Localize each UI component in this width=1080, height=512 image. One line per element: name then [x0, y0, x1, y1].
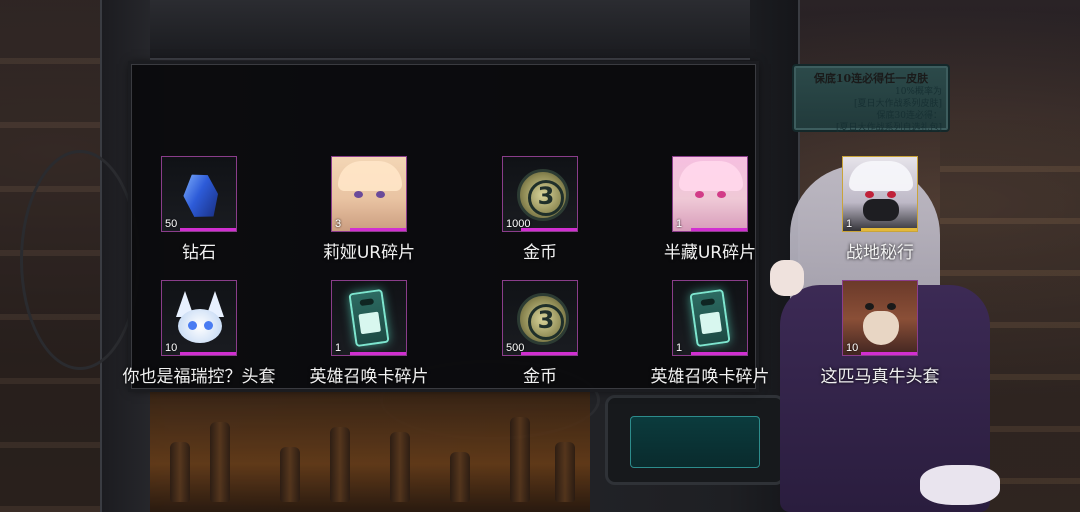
bottle-cabinet: [150, 392, 590, 512]
reward-slot[interactable]: 3: [331, 156, 407, 232]
guarantee-series-text: [夏日大作战系列皮肤]: [853, 99, 942, 109]
character-frill: [920, 465, 1000, 505]
bottle-decoration: [330, 427, 350, 502]
reward-count: 50: [165, 218, 178, 230]
reward-item[interactable]: 1 英雄召唤卡碎片: [625, 280, 795, 390]
reward-count: 3: [335, 218, 342, 230]
rarity-bar: [180, 228, 236, 231]
rarity-bar: [861, 352, 917, 355]
reward-count: 10: [165, 342, 178, 354]
reward-slot[interactable]: 10: [161, 280, 237, 356]
reward-name: 半藏UR碎片: [663, 243, 757, 263]
rarity-bar: [861, 228, 917, 231]
reward-slot[interactable]: 1: [672, 156, 748, 232]
reward-slot[interactable]: 1: [842, 156, 918, 232]
rarity-bar: [180, 352, 236, 355]
bottle-decoration: [280, 447, 300, 502]
reward-item[interactable]: 3 1000 金币: [455, 156, 625, 266]
reward-name: 钻石: [182, 243, 216, 263]
reward-count: 10: [846, 342, 859, 354]
guarantee-pack-text: [夏日大作战系列自选礼包]: [835, 123, 942, 133]
rarity-bar: [350, 228, 406, 231]
reward-name: 莉娅UR碎片: [322, 243, 416, 263]
reward-slot[interactable]: 10: [842, 280, 918, 356]
bottle-decoration: [390, 432, 410, 502]
reward-slot[interactable]: 3 500: [502, 280, 578, 356]
reward-count: 1: [335, 342, 342, 354]
guarantee-title: 保底10连必得任一皮肤: [813, 72, 929, 85]
bottle-decoration: [450, 452, 470, 502]
console-screen: [630, 416, 760, 468]
reward-name: 金币: [523, 243, 557, 263]
reward-count: 1: [676, 342, 683, 354]
summon-card-icon: [689, 288, 731, 348]
reward-slot[interactable]: 1: [672, 280, 748, 356]
bottle-decoration: [210, 422, 230, 502]
reward-item[interactable]: 1 战地秘行: [795, 156, 965, 266]
reward-name: 这匹马真牛头套: [820, 367, 940, 387]
diamond-gem-icon: [170, 163, 230, 223]
guarantee-info-box: 保底10连必得任一皮肤 10%概率为 [夏日大作战系列皮肤] 保底30连必得： …: [792, 64, 950, 133]
bottle-decoration: [170, 442, 190, 502]
summon-card-icon: [348, 288, 390, 348]
reward-item[interactable]: 3 莉娅UR碎片: [284, 156, 454, 266]
rarity-bar: [521, 228, 577, 231]
rarity-bar: [521, 352, 577, 355]
reward-item[interactable]: 1 半藏UR碎片: [625, 156, 795, 266]
machine-console: [605, 395, 785, 485]
character-portrait-icon: [843, 157, 917, 231]
rarity-bar: [691, 228, 747, 231]
reward-item[interactable]: 10 你也是福瑞控？头套: [114, 280, 284, 390]
reward-name: 英雄召唤卡碎片: [309, 367, 429, 387]
guarantee-rate-text: 10%概率为: [894, 87, 942, 97]
reward-slot[interactable]: 1: [331, 280, 407, 356]
reward-item[interactable]: 3 500 金币: [455, 280, 625, 390]
reward-item[interactable]: 10 这匹马真牛头套: [795, 280, 965, 390]
rarity-bar: [350, 352, 406, 355]
vending-machine-top: [150, 0, 750, 60]
reward-count: 1: [846, 218, 853, 230]
rarity-bar: [691, 352, 747, 355]
character-portrait-icon: [673, 157, 747, 231]
guarantee-30-text: 保底30连必得：: [876, 111, 942, 121]
reward-name: 英雄召唤卡碎片: [650, 367, 770, 387]
coin-icon: 3: [511, 287, 571, 347]
reward-slot[interactable]: 50: [161, 156, 237, 232]
coin-icon: 3: [511, 163, 571, 223]
reward-name: 战地秘行: [846, 243, 914, 263]
fox-mask-icon: [172, 291, 228, 347]
bottle-decoration: [555, 442, 575, 502]
reward-name: 你也是福瑞控？头套: [122, 367, 276, 387]
reward-slot[interactable]: 3 1000: [502, 156, 578, 232]
character-portrait-icon: [332, 157, 406, 231]
bottle-decoration: [510, 417, 530, 502]
reward-name: 金币: [523, 367, 557, 387]
reward-item[interactable]: 1 英雄召唤卡碎片: [284, 280, 454, 390]
reward-item[interactable]: 50 钻石: [114, 156, 284, 266]
reward-count: 1: [676, 218, 683, 230]
